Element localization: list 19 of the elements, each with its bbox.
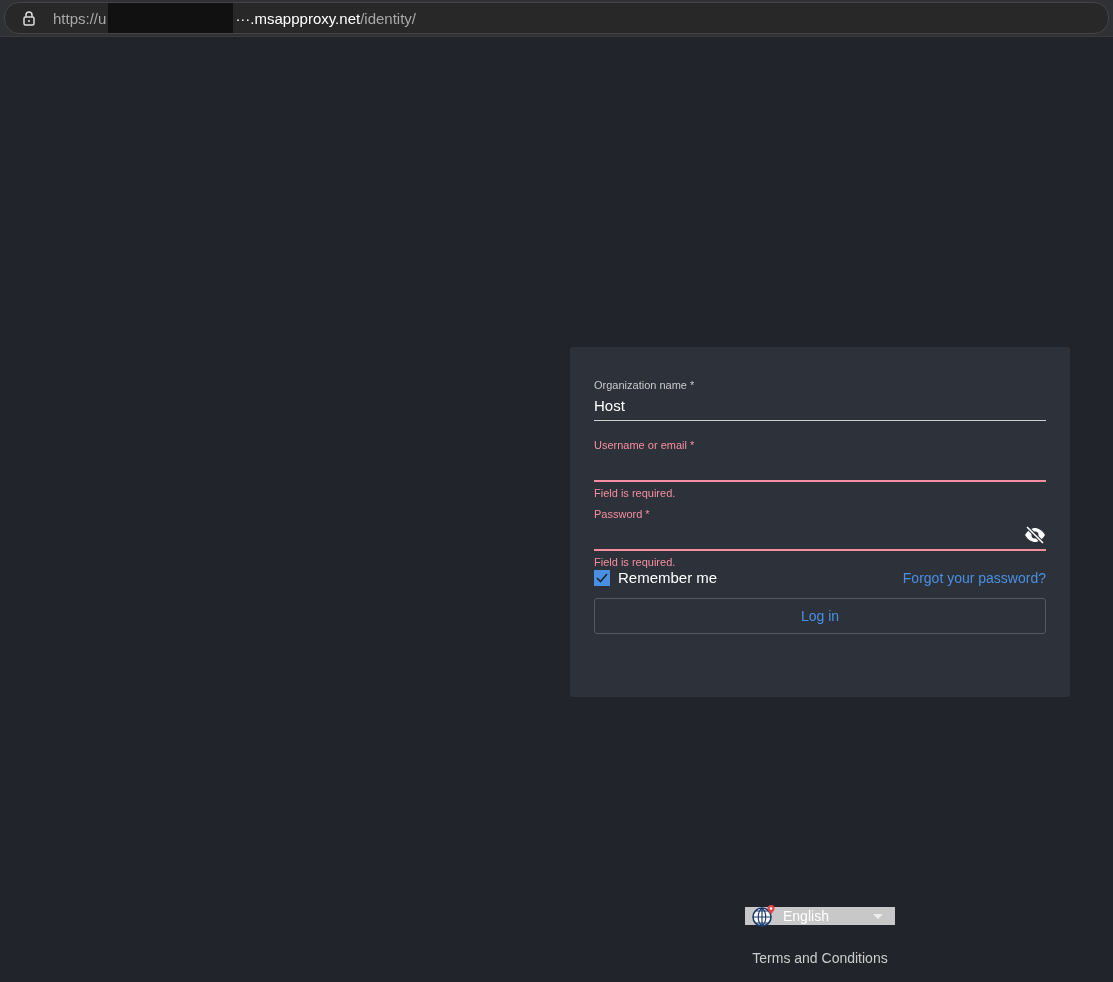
- field-label: Password *: [594, 508, 651, 520]
- login-button[interactable]: Log in: [594, 598, 1046, 634]
- caret-icon: [873, 913, 883, 919]
- eye-slash-icon[interactable]: [1024, 525, 1046, 544]
- checkbox[interactable]: [594, 569, 610, 586]
- url-host: ···.msappproxy.net: [235, 9, 361, 27]
- url-path: /identity/: [360, 9, 416, 27]
- address-bar[interactable]: https://u ···.msappproxy.net/identity/: [4, 2, 1109, 34]
- forgot-password-link[interactable]: Forgot your password?: [902, 569, 1046, 586]
- url-scheme: https://u: [53, 9, 107, 27]
- field-label: Username or email *: [594, 439, 696, 451]
- terms-link[interactable]: Terms and Conditions: [752, 950, 888, 966]
- error-message: Field is required.: [594, 556, 677, 568]
- lock-icon: [23, 10, 35, 26]
- input-field[interactable]: Host: [594, 391, 1046, 421]
- globe-pin-icon: [751, 905, 777, 927]
- error-message: Field is required.: [594, 487, 677, 499]
- checkbox-label[interactable]: Remember me: [618, 569, 718, 586]
- field-label: Organization name *: [594, 379, 696, 391]
